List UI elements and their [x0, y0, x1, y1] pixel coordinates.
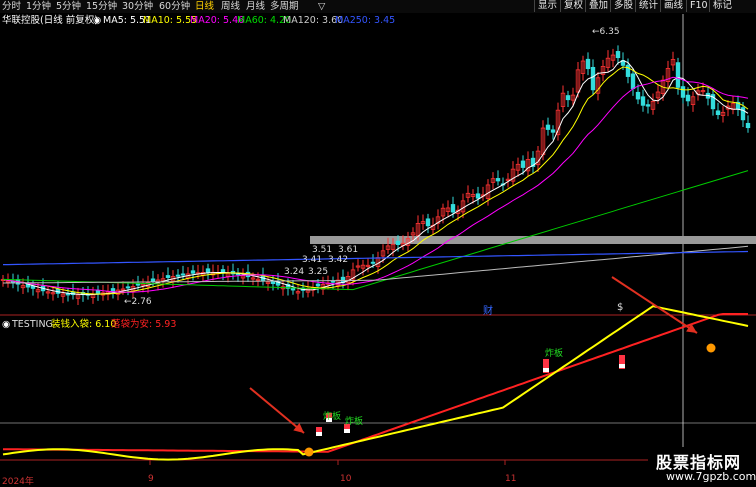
signal-text-2: 炸板 [345, 417, 364, 427]
candle-body [645, 104, 651, 107]
candle-body [715, 110, 721, 116]
indicator-name: TESTING [12, 319, 53, 330]
signal-block-base [316, 432, 322, 436]
coin-icon [304, 447, 314, 457]
dollar-marker[interactable]: $ [617, 302, 623, 313]
ma250-label: MA250: 3.45 [335, 15, 396, 26]
candle-body [110, 288, 116, 292]
candle-body [680, 86, 686, 98]
watermark-url: www.7gpzb.com [666, 470, 756, 483]
candle-body [180, 273, 186, 276]
candle-body [395, 240, 401, 245]
candle-body [330, 280, 336, 283]
indicator-line1-label: 装钱入袋: 6.10 [51, 319, 117, 330]
candle-body [675, 62, 681, 88]
candle-body [150, 278, 156, 282]
candle-body [370, 261, 376, 264]
stock-title: 华联控股(日线 前复权) [2, 15, 98, 26]
candle-body [520, 160, 526, 168]
candle-body [270, 281, 276, 284]
candle-body [190, 270, 196, 274]
price-label-c: 3.41 [302, 255, 323, 265]
ma20-line [2, 76, 749, 293]
xaxis-label-oct: 10 [340, 474, 352, 484]
candle-body [95, 290, 101, 294]
candle-body [635, 91, 641, 100]
candle-body [495, 178, 501, 182]
xaxis-label-sep: 9 [148, 474, 154, 484]
price-label-e: 3.24 [284, 267, 305, 277]
price-label-d: 3.42 [328, 255, 349, 265]
candle-body [425, 218, 431, 227]
high-price-label: ←6.35 [592, 27, 620, 37]
candle-body [615, 51, 621, 59]
candle-body [685, 94, 691, 102]
price-label-b: 3.61 [338, 245, 359, 255]
xaxis-label-nov: 11 [505, 474, 517, 484]
candle-body [550, 129, 556, 133]
indicator-settings-icon[interactable]: ◉ [2, 318, 10, 331]
price-label-f: 3.25 [308, 267, 329, 277]
arrow-left [249, 387, 305, 434]
finance-marker[interactable]: 财 [483, 302, 493, 317]
low-price-label: ←2.76 [124, 297, 152, 307]
candle-body [585, 58, 591, 70]
candle-body [450, 204, 456, 213]
candle-body [475, 193, 481, 199]
ma10-line [2, 66, 749, 295]
low-price-value: 2.76 [131, 297, 152, 307]
xaxis-label-year: 2024年 [2, 477, 34, 487]
signal-block-base [619, 364, 625, 368]
candle-body [135, 283, 141, 286]
coin-icon [706, 343, 716, 353]
candle-body [630, 73, 636, 90]
price-band [310, 236, 756, 244]
candle-body [125, 286, 131, 289]
price-label-a: 3.51 [312, 245, 333, 255]
candle-body [65, 293, 71, 296]
candle-body [745, 122, 751, 129]
candle-body [165, 275, 171, 278]
settings-icon[interactable]: ◉ [93, 14, 101, 27]
candle-body [175, 274, 181, 277]
candle-body [590, 66, 596, 91]
high-price-value: 6.35 [599, 27, 620, 37]
candle-body [545, 124, 551, 130]
indicator-red-line [3, 313, 748, 453]
candle-body [625, 64, 631, 77]
signal-text-3: 炸板 [545, 349, 564, 359]
watermark: 股票指标网 www.7gpzb.com [648, 447, 756, 487]
candle-body [205, 268, 211, 273]
candle-body [565, 95, 571, 101]
candle-body [640, 96, 646, 106]
candle-body [315, 283, 321, 287]
signal-text-1: 炸板 [323, 412, 342, 422]
signal-block-base [543, 368, 549, 372]
signal-block-base [344, 429, 350, 433]
kline-chart[interactable] [0, 0, 756, 487]
ma250-line [3, 250, 749, 266]
indicator-line2-label: 落袋为安: 5.93 [111, 319, 177, 330]
